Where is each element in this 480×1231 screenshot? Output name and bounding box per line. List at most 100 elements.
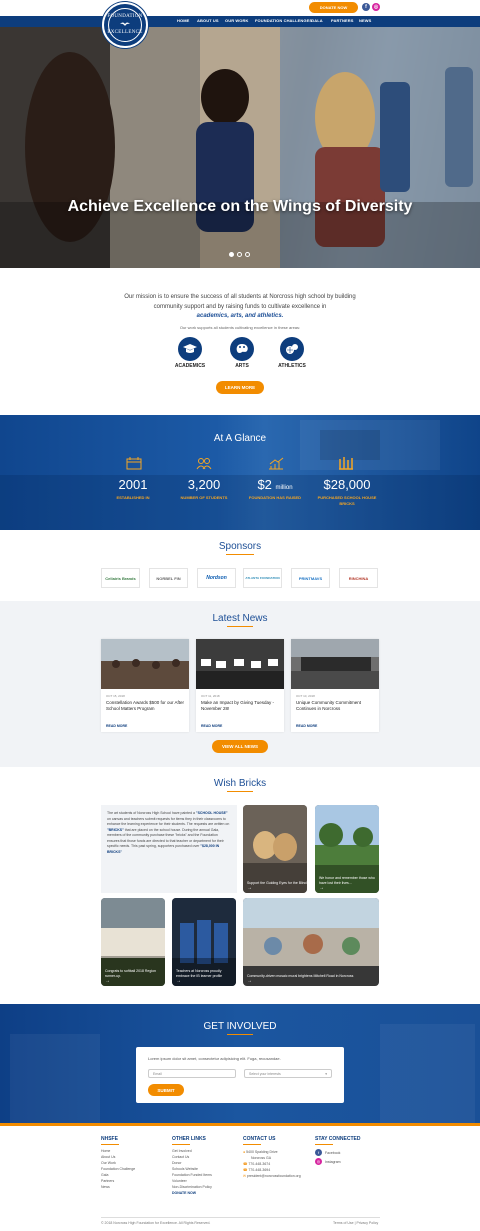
learn-more-button[interactable]: LEARN MORE	[216, 381, 264, 394]
slider-dot-1[interactable]	[229, 252, 234, 257]
footer-link[interactable]: News	[101, 1184, 135, 1190]
sponsor-logo[interactable]: NORBEL FIN	[149, 568, 188, 588]
sponsor-logo[interactable]: RINCHINA	[339, 568, 378, 588]
academics-area[interactable]	[178, 337, 202, 361]
footer-heading-connected: STAY CONNECTED	[315, 1136, 361, 1142]
view-all-news-button[interactable]: VIEW ALL NEWS	[212, 740, 268, 753]
news-card[interactable]: OCT 10, 2018 Unique Community Commitment…	[291, 639, 379, 732]
footer-heading-nhsfe: NHSFE	[101, 1136, 118, 1142]
footer-heading-other-links: OTHER LINKS	[172, 1136, 206, 1142]
get-involved-title: GET INVOLVED	[203, 1021, 277, 1032]
footer-heading-contact: CONTACT US	[243, 1136, 276, 1142]
interests-select-label: Select your interests	[249, 1071, 281, 1076]
map-pin-icon: ●	[243, 1150, 246, 1154]
news-title-text[interactable]: Unique Community Commitment Continues in…	[296, 700, 376, 712]
read-more-link[interactable]: READ MORE	[201, 724, 222, 728]
news-underline	[227, 626, 253, 627]
slider-dot-2[interactable]	[237, 252, 242, 257]
wish-brick-tile[interactable]: Community-driven mosaic mural brightens …	[243, 898, 379, 986]
phone-icon: ☎	[243, 1162, 248, 1166]
hero-banner	[0, 27, 480, 268]
news-photo	[101, 639, 189, 689]
email-address: president@norcrossfoundation.org	[246, 1174, 301, 1178]
footer-accent-strip	[0, 1123, 480, 1126]
wish-brick-tile[interactable]: Congrats to softball 2018 Region runner-…	[101, 898, 165, 986]
arrow-right-icon[interactable]: →	[247, 885, 252, 891]
calendar-icon	[126, 457, 142, 470]
nav-news[interactable]: NEWS	[359, 18, 371, 23]
email-line[interactable]: ✉ president@norcrossfoundation.org	[243, 1173, 301, 1179]
submit-button[interactable]: SUBMIT	[148, 1084, 184, 1096]
arrow-right-icon[interactable]: →	[247, 978, 252, 984]
bricks-icon	[339, 457, 353, 470]
glance-title: At A Glance	[213, 433, 267, 444]
news-title-text[interactable]: Constellation Awards $500 for our After …	[106, 700, 186, 712]
mail-icon: ✉	[243, 1174, 246, 1178]
wish-brick-tile[interactable]: Support the Guiding Eyes for the Blind →	[243, 805, 307, 893]
stat-value-raised-unit: million	[275, 485, 293, 491]
chevron-down-icon: ▾	[325, 1071, 327, 1076]
stat-value-raised-number: $2	[257, 477, 272, 492]
athletics-area[interactable]	[280, 337, 304, 361]
news-photo	[196, 639, 284, 689]
site-logo[interactable]: FOUNDATION EXCELLENCE	[102, 2, 148, 48]
news-card[interactable]: OCT 15, 2018 Constellation Awards $500 f…	[101, 639, 189, 732]
slider-dot-3[interactable]	[245, 252, 250, 257]
instagram-label: Instagram	[325, 1159, 341, 1164]
interests-select[interactable]: Select your interests ▾	[244, 1069, 332, 1078]
wb-text-a: The art students of Norcross High School…	[107, 811, 195, 815]
donate-button[interactable]: DONATE NOW	[309, 2, 358, 13]
palette-icon	[236, 344, 248, 353]
graduation-cap-icon	[183, 344, 197, 353]
sponsor-logo[interactable]: ATLANTA FOUNDATION	[243, 568, 282, 588]
main-nav: HOME ABOUT US OUR WORK FOUNDATION CHALLE…	[0, 16, 480, 27]
hero-title: Achieve Excellence on the Wings of Diver…	[67, 198, 413, 215]
tile-caption: We honor and remember those who have los…	[319, 876, 375, 885]
top-bar	[0, 0, 480, 16]
news-title-text[interactable]: Make an Impact by Giving Tuesday - Novem…	[201, 700, 281, 712]
footer-facebook[interactable]: f Facebook	[315, 1149, 340, 1156]
nav-about-us[interactable]: ABOUT US	[197, 18, 219, 23]
wb-text-d: "BRICKS"	[107, 827, 124, 832]
read-more-link[interactable]: READ MORE	[106, 724, 127, 728]
wish-brick-tile[interactable]: We honor and remember those who have los…	[315, 805, 379, 893]
footer-instagram[interactable]: ◎ Instagram	[315, 1158, 341, 1165]
arrow-right-icon[interactable]: →	[105, 978, 110, 984]
footer-links-other: Get Involved Contact Us Donor Schools We…	[172, 1148, 212, 1196]
tile-caption: Support the Guiding Eyes for the Blind	[247, 880, 307, 885]
sponsor-logo[interactable]: PRINTMAVS	[291, 568, 330, 588]
tile-caption: Teachers at Norcross proudly embrace the…	[176, 969, 223, 978]
wish-bricks-underline	[227, 791, 253, 792]
wish-brick-tile[interactable]: Teachers at Norcross proudly embrace the…	[172, 898, 236, 986]
nav-gala[interactable]: GALA	[311, 18, 323, 23]
gi-underline	[227, 1034, 253, 1035]
arrow-right-icon[interactable]: →	[319, 885, 324, 891]
nav-partners[interactable]: PARTNERS	[331, 18, 354, 23]
nav-home[interactable]: HOME	[177, 18, 189, 23]
news-date: OCT 11, 2018	[201, 694, 220, 698]
fax-icon: ☎	[243, 1168, 248, 1172]
nav-our-work[interactable]: OUR WORK	[225, 18, 248, 23]
email-input[interactable]: Email	[148, 1069, 236, 1078]
news-card[interactable]: OCT 11, 2018 Make an Impact by Giving Tu…	[196, 639, 284, 732]
sponsor-logo[interactable]: Nordson	[197, 568, 236, 588]
read-more-link[interactable]: READ MORE	[296, 724, 317, 728]
arrow-right-icon[interactable]: →	[176, 978, 181, 984]
arts-area[interactable]	[230, 337, 254, 361]
news-date: OCT 15, 2018	[106, 694, 125, 698]
facebook-label: Facebook	[325, 1150, 341, 1155]
sponsors-title: Sponsors	[218, 541, 262, 552]
instagram-icon: ◎	[315, 1158, 322, 1165]
academics-label: ACADEMICS	[174, 363, 206, 369]
nav-foundation-challenges[interactable]: FOUNDATION CHALLENGES	[255, 18, 312, 23]
footer-links-nhsfe: Home About Us Our Work Foundation Challe…	[101, 1148, 135, 1190]
tile-caption: Community-driven mosaic mural brightens …	[247, 973, 354, 978]
stat-value-bricks: $28,000	[323, 477, 371, 492]
sponsor-logo[interactable]: Cellairis Brands	[101, 568, 140, 588]
news-title: Latest News	[212, 613, 268, 624]
facebook-icon[interactable]: f	[362, 3, 370, 11]
footer-donate-link[interactable]: DONATE NOW	[172, 1190, 212, 1196]
legal-links[interactable]: Terms of Use | Privacy Policy	[333, 1221, 378, 1225]
footer-underline	[315, 1144, 333, 1145]
instagram-icon[interactable]: ◎	[372, 3, 380, 11]
